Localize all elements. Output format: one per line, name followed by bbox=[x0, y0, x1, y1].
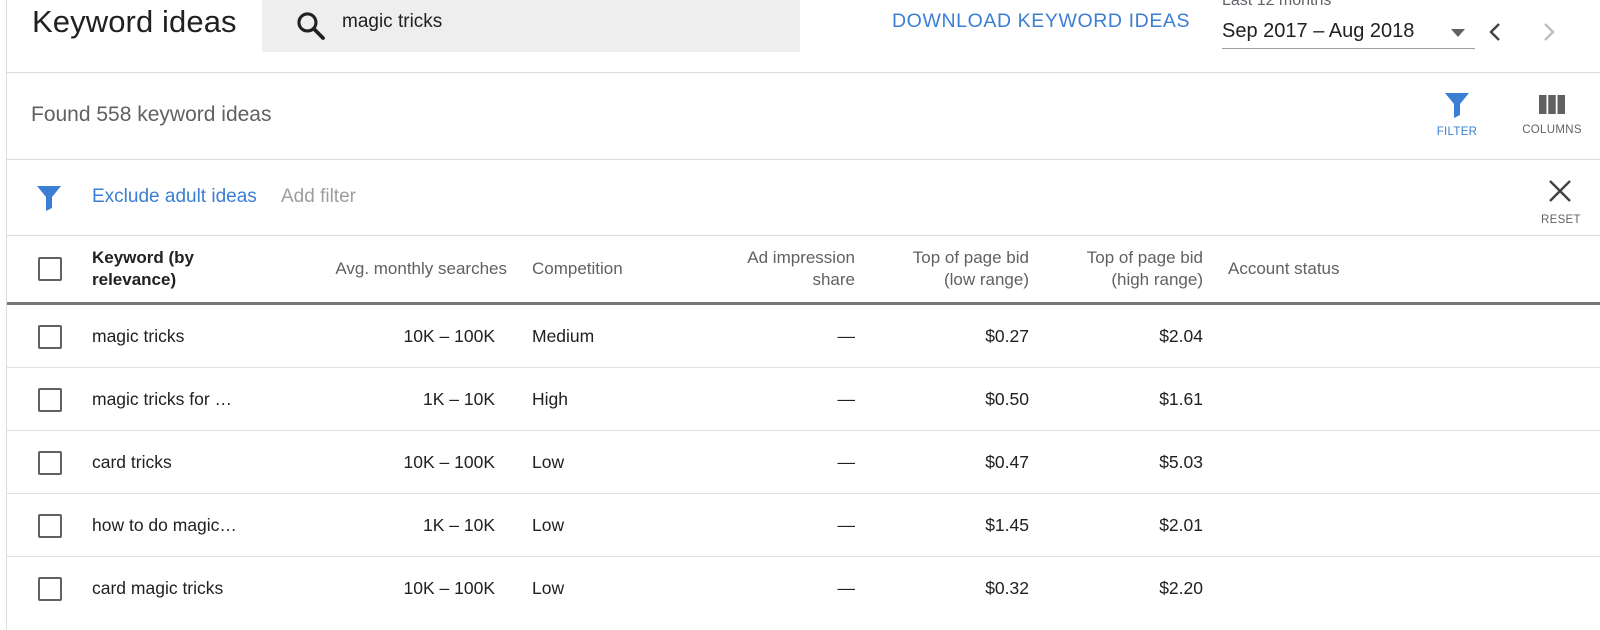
ad-impression-share-cell: — bbox=[837, 515, 856, 535]
bid-high-cell: $1.61 bbox=[1159, 389, 1203, 409]
table-row[interactable]: card magic tricks 10K – 100K Low — $0.32… bbox=[7, 557, 1600, 619]
add-filter-button[interactable]: Add filter bbox=[281, 186, 356, 208]
competition-cell: Low bbox=[532, 578, 565, 598]
keyword-cell: card tricks bbox=[92, 452, 172, 472]
avg-monthly-searches-cell: 1K – 10K bbox=[423, 515, 495, 535]
download-keyword-ideas-button[interactable]: DOWNLOAD KEYWORD IDEAS bbox=[892, 10, 1190, 33]
results-summary-bar: Found 558 keyword ideas FILTER COLUMNS bbox=[7, 73, 1600, 160]
date-range-value: Sep 2017 – Aug 2018 bbox=[1222, 20, 1415, 42]
ad-impression-share-cell: — bbox=[837, 389, 856, 409]
bid-high-cell: $2.20 bbox=[1159, 578, 1203, 598]
competition-cell: Low bbox=[532, 452, 565, 472]
keyword-cell: how to do magic… bbox=[92, 515, 237, 535]
avg-monthly-searches-cell: 10K – 100K bbox=[403, 326, 495, 346]
filter-icon bbox=[37, 186, 61, 211]
row-checkbox[interactable] bbox=[38, 577, 62, 601]
avg-monthly-searches-cell: 10K – 100K bbox=[403, 452, 495, 472]
column-header-top-of-page-bid-high[interactable]: Top of page bid (high range) bbox=[1047, 247, 1203, 291]
column-header-top-of-page-bid-low[interactable]: Top of page bid (low range) bbox=[877, 247, 1029, 291]
search-icon bbox=[297, 12, 325, 40]
row-checkbox[interactable] bbox=[38, 325, 62, 349]
columns-button[interactable]: COLUMNS bbox=[1507, 91, 1597, 136]
table-row[interactable]: card tricks 10K – 100K Low — $0.47 $5.03 bbox=[7, 431, 1600, 494]
bid-low-cell: $0.32 bbox=[985, 578, 1029, 598]
chevron-left-icon[interactable] bbox=[1483, 18, 1507, 46]
results-count: Found 558 keyword ideas bbox=[31, 103, 272, 126]
bid-high-cell: $2.04 bbox=[1159, 326, 1203, 346]
keyword-cell: magic tricks bbox=[92, 326, 185, 346]
bid-low-cell: $0.50 bbox=[985, 389, 1029, 409]
avg-monthly-searches-cell: 1K – 10K bbox=[423, 389, 495, 409]
reset-label: RESET bbox=[1541, 214, 1581, 226]
page-title: Keyword ideas bbox=[32, 4, 237, 39]
bid-low-cell: $1.45 bbox=[985, 515, 1029, 535]
bid-low-cell: $0.27 bbox=[985, 326, 1029, 346]
date-range-label: Last 12 months bbox=[1222, 0, 1332, 9]
ad-impression-share-cell: — bbox=[837, 326, 856, 346]
column-header-keyword[interactable]: Keyword (by relevance) bbox=[92, 247, 282, 291]
table-row[interactable]: magic tricks for … 1K – 10K High — $0.50… bbox=[7, 368, 1600, 431]
bid-high-cell: $2.01 bbox=[1159, 515, 1203, 535]
columns-icon bbox=[1539, 95, 1565, 114]
page-header: Keyword ideas DOWNLOAD KEYWORD IDEAS Las… bbox=[7, 0, 1600, 73]
row-checkbox[interactable] bbox=[38, 388, 62, 412]
ad-impression-share-cell: — bbox=[837, 578, 856, 598]
competition-cell: Low bbox=[532, 515, 565, 535]
columns-button-label: COLUMNS bbox=[1522, 124, 1582, 136]
chevron-right-icon[interactable] bbox=[1537, 18, 1561, 46]
column-header-avg-monthly-searches[interactable]: Avg. monthly searches bbox=[297, 258, 507, 280]
close-icon bbox=[1549, 180, 1571, 202]
column-header-account-status[interactable]: Account status bbox=[1228, 258, 1428, 280]
row-checkbox[interactable] bbox=[38, 514, 62, 538]
keyword-search-box[interactable] bbox=[262, 0, 800, 52]
avg-monthly-searches-cell: 10K – 100K bbox=[403, 578, 495, 598]
ad-impression-share-cell: — bbox=[837, 452, 856, 472]
competition-cell: Medium bbox=[532, 326, 595, 346]
column-header-competition[interactable]: Competition bbox=[532, 258, 682, 280]
table-row[interactable]: how to do magic… 1K – 10K Low — $1.45 $2… bbox=[7, 494, 1600, 557]
filter-bar: Exclude adult ideas Add filter RESET bbox=[7, 160, 1600, 236]
bid-low-cell: $0.47 bbox=[985, 452, 1029, 472]
filter-icon bbox=[1445, 93, 1469, 118]
filter-button-label: FILTER bbox=[1436, 126, 1478, 138]
date-range-select[interactable]: Sep 2017 – Aug 2018 bbox=[1222, 18, 1475, 49]
keyword-cell: magic tricks for … bbox=[92, 389, 233, 409]
table-row[interactable]: magic tricks 10K – 100K Medium — $0.27 $… bbox=[7, 305, 1600, 368]
column-header-ad-impression-share[interactable]: Ad impression share bbox=[707, 247, 855, 291]
search-input[interactable] bbox=[342, 0, 782, 44]
bid-high-cell: $5.03 bbox=[1159, 452, 1203, 472]
dropdown-caret-icon bbox=[1451, 29, 1465, 37]
row-checkbox[interactable] bbox=[38, 451, 62, 475]
table-header-row: Keyword (by relevance) Avg. monthly sear… bbox=[7, 236, 1600, 305]
select-all-checkbox[interactable] bbox=[38, 257, 62, 281]
competition-cell: High bbox=[532, 389, 568, 409]
filter-button[interactable]: FILTER bbox=[1427, 91, 1487, 138]
keyword-cell: card magic tricks bbox=[92, 578, 224, 598]
exclude-adult-ideas-filter[interactable]: Exclude adult ideas bbox=[92, 186, 257, 208]
